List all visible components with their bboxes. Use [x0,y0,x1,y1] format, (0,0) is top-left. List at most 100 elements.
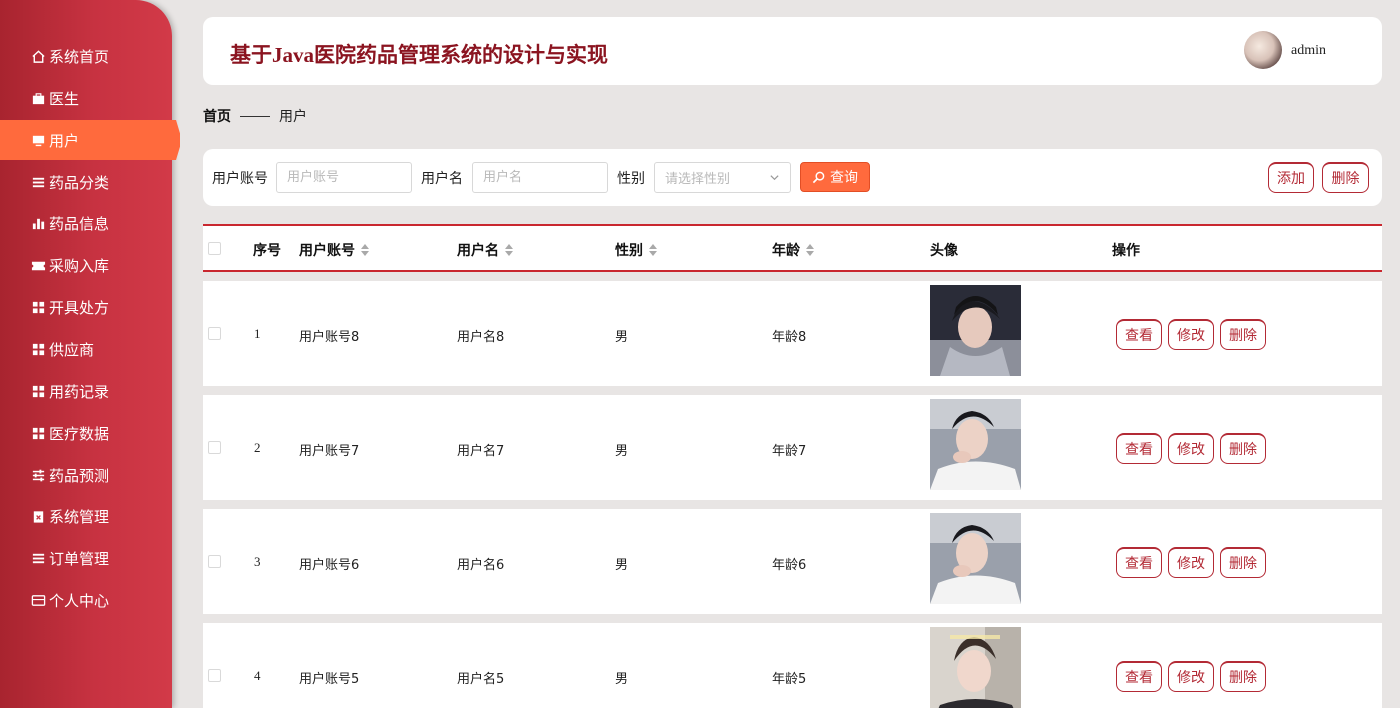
account-search-input[interactable] [276,162,412,193]
home-icon [30,48,46,64]
sidebar-item-orders[interactable]: 订单管理 [0,538,180,578]
view-button[interactable]: 查看 [1116,319,1162,350]
col-name-label: 用户名 [457,243,499,259]
breadcrumb-home[interactable]: 首页 [203,106,231,126]
col-age-label: 年龄 [772,243,800,259]
cell-index: 1 [254,326,261,341]
row-checkbox[interactable] [208,669,221,682]
col-account-label: 用户账号 [299,243,355,259]
row-checkbox[interactable] [208,327,221,340]
sidebar-item-drug-forecast[interactable]: 药品预测 [0,455,180,495]
sidebar-item-profile[interactable]: 个人中心 [0,580,180,620]
avatar[interactable] [1244,31,1282,69]
grid-icon [30,341,46,357]
search-icon [812,171,825,183]
cell-gender: 男 [615,558,629,573]
view-button[interactable]: 查看 [1116,547,1162,578]
sidebar-item-label: 供应商 [49,340,95,359]
page-title: 基于Java医院药品管理系统的设计与实现 [230,43,608,67]
ticket-icon [30,257,46,273]
user-photo[interactable] [930,285,1021,376]
delete-button[interactable]: 删除 [1220,433,1266,464]
sidebar-item-doctor[interactable]: 医生 [0,78,180,118]
sort-icon[interactable] [649,244,657,256]
add-button[interactable]: 添加 [1268,162,1314,193]
edit-button[interactable]: 修改 [1168,319,1214,350]
row-checkbox[interactable] [208,555,221,568]
cell-gender: 男 [615,330,629,345]
chevron-down-icon [769,172,780,187]
cell-age: 年龄5 [772,672,807,687]
sidebar-item-users[interactable]: 用户 [0,120,180,160]
sort-icon[interactable] [505,244,513,256]
delete-button[interactable]: 删除 [1220,661,1266,692]
col-age[interactable]: 年龄 [772,240,814,260]
sidebar-item-prescription[interactable]: 开具处方 [0,287,180,327]
cell-age: 年龄8 [772,330,807,345]
briefcase-icon [30,90,46,106]
user-photo[interactable] [930,627,1021,708]
table-row: 4 用户账号5 用户名5 男 年龄5 查看 修改 删除 [203,623,1382,708]
edit-button[interactable]: 修改 [1168,547,1214,578]
name-search-input[interactable] [472,162,608,193]
grid-icon [30,299,46,315]
delete-button[interactable]: 删除 [1220,547,1266,578]
breadcrumb: 首页 用户 [203,106,307,126]
col-actions: 操作 [1112,243,1140,259]
cell-account: 用户账号8 [299,330,360,345]
col-avatar: 头像 [930,243,958,259]
cell-gender: 男 [615,444,629,459]
edit-button[interactable]: 修改 [1168,433,1214,464]
col-account[interactable]: 用户账号 [299,240,369,260]
sidebar-item-drug-info[interactable]: 药品信息 [0,203,180,243]
user-photo[interactable] [930,513,1021,604]
sidebar-item-home[interactable]: 系统首页 [0,36,180,76]
table-row: 2 用户账号7 用户名7 男 年龄7 查看 修改 删除 [203,395,1382,500]
col-gender[interactable]: 性别 [615,240,657,260]
cell-name: 用户名8 [457,330,505,345]
table-header: 序号 用户账号 用户名 性别 年龄 头像 操作 [203,224,1382,272]
edit-button[interactable]: 修改 [1168,661,1214,692]
cell-account: 用户账号6 [299,558,360,573]
grid-icon [30,383,46,399]
cell-gender: 男 [615,672,629,687]
sort-icon[interactable] [806,244,814,256]
sidebar-item-medication-record[interactable]: 用药记录 [0,371,180,411]
cell-index: 2 [254,440,261,455]
sort-icon[interactable] [361,244,369,256]
sidebar-item-system-admin[interactable]: 系统管理 [0,496,180,536]
cell-name: 用户名5 [457,672,505,687]
col-name[interactable]: 用户名 [457,240,513,260]
query-button-label: 查询 [830,170,858,186]
batch-delete-button[interactable]: 删除 [1322,162,1369,193]
view-button[interactable]: 查看 [1116,661,1162,692]
delete-button[interactable]: 删除 [1220,319,1266,350]
view-button[interactable]: 查看 [1116,433,1162,464]
sidebar-item-label: 开具处方 [49,298,110,317]
gender-select[interactable]: 请选择性别 [654,162,791,193]
cell-index: 3 [254,554,261,569]
query-button[interactable]: 查询 [800,162,870,192]
sidebar-item-purchase[interactable]: 采购入库 [0,245,180,285]
list-icon [30,174,46,190]
username[interactable]: admin [1291,43,1326,59]
sidebar-item-label: 系统管理 [49,507,110,526]
user-photo[interactable] [930,399,1021,490]
sliders-icon [30,467,46,483]
row-checkbox[interactable] [208,441,221,454]
table-row: 1 用户账号8 用户名8 男 年龄8 查看 修改 删除 [203,281,1382,386]
sidebar-item-label: 医生 [49,89,80,108]
select-all-checkbox[interactable] [208,242,221,255]
sidebar-item-supplier[interactable]: 供应商 [0,329,180,369]
col-index: 序号 [253,243,281,259]
name-label: 用户名 [421,171,463,187]
sidebar-item-label: 系统首页 [49,47,110,66]
sidebar-item-drug-category[interactable]: 药品分类 [0,162,180,202]
sidebar-item-label: 用户 [49,131,80,150]
breadcrumb-current: 用户 [279,109,307,125]
gender-label: 性别 [617,171,645,187]
sidebar-item-medical-data[interactable]: 医疗数据 [0,413,180,453]
header: 基于Java医院药品管理系统的设计与实现 admin [203,17,1382,85]
cell-name: 用户名7 [457,444,505,459]
monitor-icon [30,132,46,148]
